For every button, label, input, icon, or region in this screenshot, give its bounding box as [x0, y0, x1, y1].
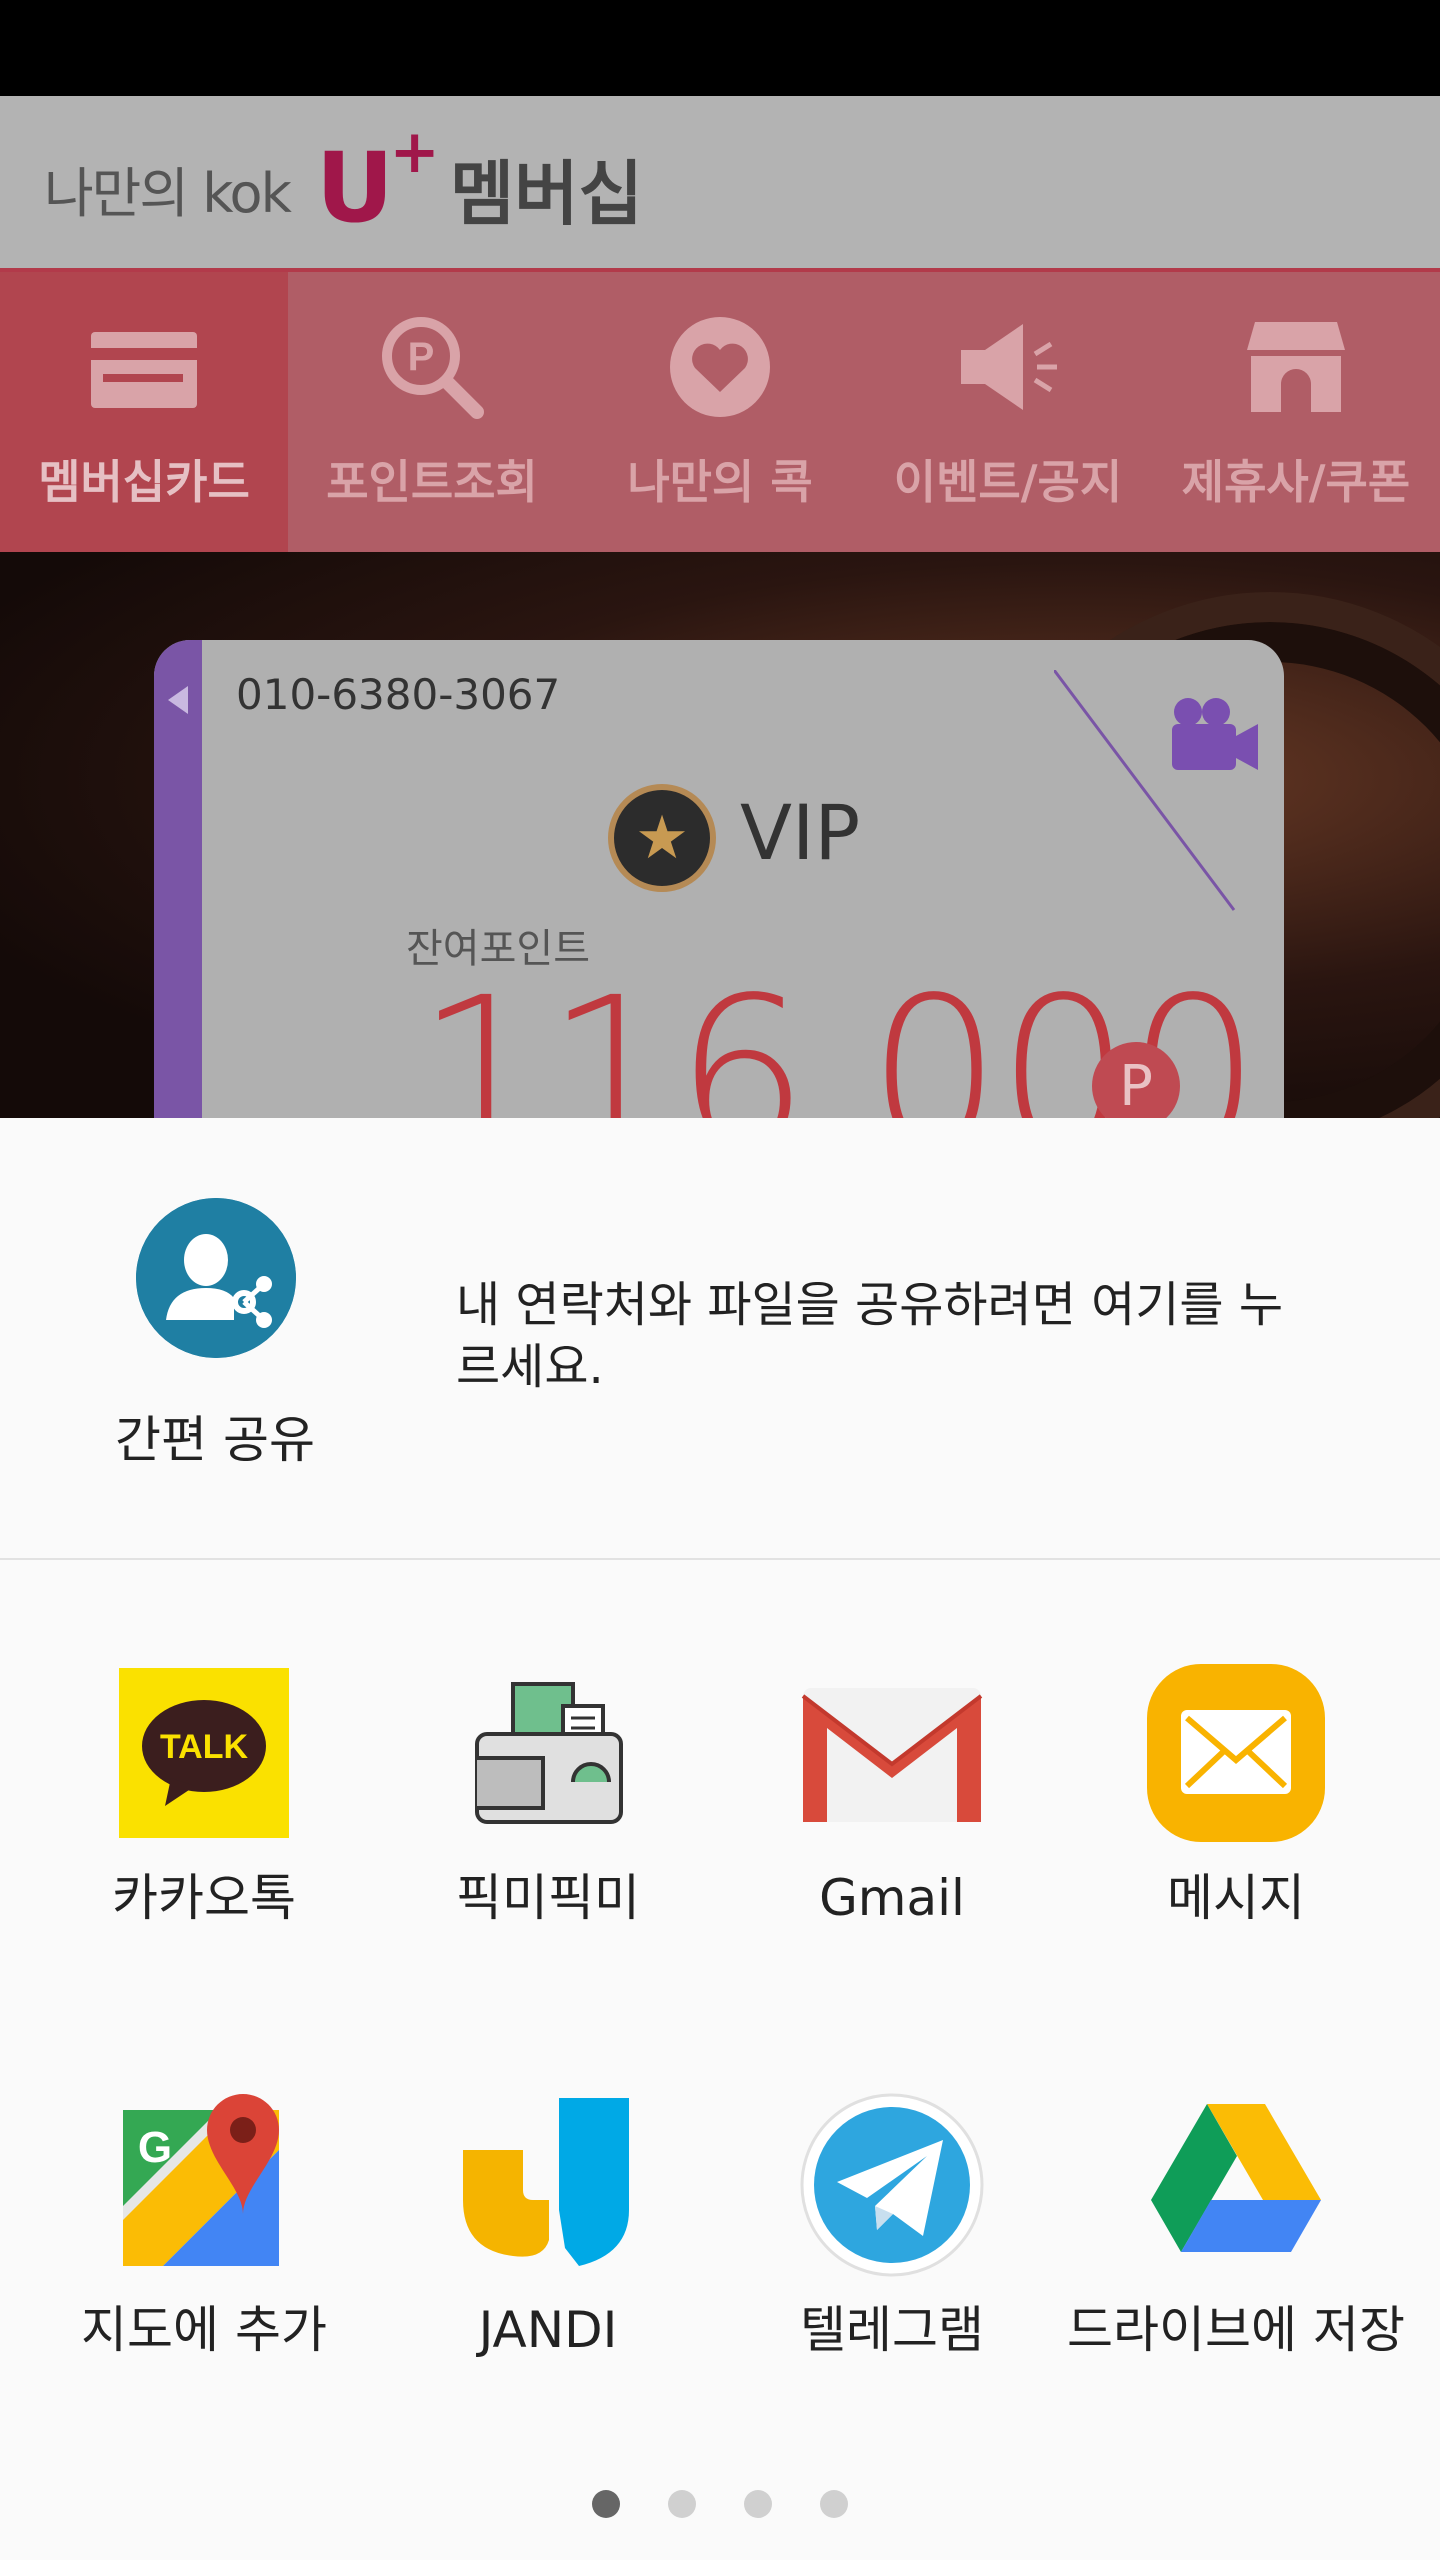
quick-share-description: 내 연락처와 파일을 공유하려면 여기를 누르세요.: [456, 1277, 1284, 1395]
logo-uplus: U +: [315, 117, 440, 244]
nav-label: 포인트조회: [326, 455, 538, 509]
quick-share-section[interactable]: 간편 공유 내 연락처와 파일을 공유하려면 여기를 누르세요.: [0, 1118, 1440, 1560]
pickmi-wallet-icon: [475, 1682, 623, 1824]
share-target-google-drive[interactable]: 드라이브에 저장: [1064, 2090, 1408, 2360]
share-target-telegram[interactable]: 텔레그램: [720, 2090, 1064, 2360]
app-label: 지도에 추가: [81, 2301, 327, 2359]
quick-share-label: 간편 공유: [115, 1411, 315, 1469]
share-target-messages[interactable]: 메시지: [1064, 1658, 1408, 1928]
page-dot[interactable]: [744, 2490, 772, 2518]
share-target-jandi[interactable]: JANDI: [376, 2090, 720, 2360]
jandi-icon: [463, 2098, 629, 2266]
membership-grade: VIP: [740, 788, 861, 877]
status-bar: [0, 0, 1440, 96]
app-label: Gmail: [819, 1869, 965, 1927]
page-indicator: [0, 2490, 1440, 2518]
app-label: 카카오톡: [112, 1869, 296, 1927]
svg-text:G: G: [138, 2123, 172, 2172]
arrow-left-icon: [168, 686, 188, 714]
kakaotalk-icon: TALK: [119, 1668, 289, 1838]
nav-item-partners[interactable]: 제휴사/쿠폰: [1152, 272, 1440, 552]
app-header: 나만의 kok U + 멤버십: [0, 96, 1440, 272]
card-icon: [91, 332, 197, 408]
point-search-icon: P: [382, 317, 484, 419]
nav-item-membership-card[interactable]: 멤버십카드: [0, 272, 288, 552]
quick-share-icon[interactable]: [136, 1198, 296, 1358]
page-dot[interactable]: [820, 2490, 848, 2518]
nav-label: 나만의 콕: [627, 455, 813, 509]
share-target-pickmi[interactable]: 픽미픽미: [376, 1658, 720, 1928]
google-drive-icon: [1151, 2104, 1321, 2252]
megaphone-icon: [961, 324, 1057, 410]
telegram-icon: [800, 2093, 984, 2277]
share-target-kakaotalk[interactable]: TALK 카카오톡: [32, 1658, 376, 1928]
page-dot[interactable]: [668, 2490, 696, 2518]
app-label: 픽미픽미: [456, 1869, 640, 1927]
app-label: JANDI: [478, 2301, 618, 2359]
nav-label: 멤버십카드: [38, 455, 250, 509]
svg-text:TALK: TALK: [160, 1728, 249, 1766]
svg-text:P: P: [408, 335, 435, 379]
video-camera-icon[interactable]: [1164, 694, 1260, 774]
star-icon: ★: [608, 784, 716, 892]
logo-membership: 멤버십: [449, 152, 644, 235]
logo-kok: 나만의 kok: [44, 161, 292, 225]
share-target-google-maps[interactable]: G 지도에 추가: [32, 2090, 376, 2360]
store-icon: [1247, 322, 1345, 412]
nav-label: 제휴사/쿠폰: [1181, 455, 1411, 509]
app-label: 메시지: [1167, 1869, 1305, 1927]
membership-card[interactable]: 010-6380-3067 ★ VIP 잔여포인트 116,000 P: [154, 640, 1284, 1118]
hero-banner: 010-6380-3067 ★ VIP 잔여포인트 116,000 P: [0, 552, 1440, 1118]
heart-icon: [670, 317, 770, 417]
gmail-icon: [801, 1688, 983, 1822]
nav-item-events[interactable]: 이벤트/공지: [864, 272, 1152, 552]
nav-item-my-kok[interactable]: 나만의 콕: [576, 272, 864, 552]
share-target-gmail[interactable]: Gmail: [720, 1658, 1064, 1928]
app-nav: 멤버십카드 P 포인트조회 나만의 콕 이벤트/공지 제휴사/쿠폰: [0, 272, 1440, 552]
card-side-strip[interactable]: [154, 640, 202, 1118]
card-phone-number: 010-6380-3067: [236, 670, 561, 719]
app-logo: 나만의 kok U + 멤버십: [44, 117, 644, 244]
page-dot[interactable]: [592, 2490, 620, 2518]
messages-icon: [1147, 1664, 1325, 1842]
nav-item-point-search[interactable]: P 포인트조회: [288, 272, 576, 552]
share-sheet: 간편 공유 내 연락처와 파일을 공유하려면 여기를 누르세요. TALK 카카…: [0, 1118, 1440, 2560]
app-label: 드라이브에 저장: [1067, 2301, 1405, 2359]
nav-label: 이벤트/공지: [893, 455, 1123, 509]
app-label: 텔레그램: [800, 2301, 984, 2359]
google-maps-icon: G: [123, 2094, 279, 2266]
